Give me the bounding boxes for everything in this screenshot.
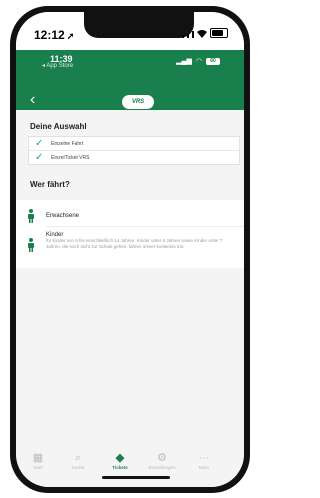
nav-row: ‹ VRS [16, 92, 244, 110]
wifi-icon: ◠ [195, 58, 202, 65]
signal-icon [187, 33, 189, 38]
vrs-logo: VRS [122, 95, 154, 109]
app-store-back-link[interactable]: ◂ App Store [42, 62, 73, 69]
tab-label: Mehr [198, 465, 210, 470]
tab-label: Tickets [112, 465, 128, 470]
location-arrow-icon: ➚ [66, 31, 75, 41]
adult-label: Erwachsene [46, 213, 80, 219]
person-icon [16, 232, 46, 266]
vrs-logo-text: VRS [131, 99, 145, 105]
screen: 12:12 ➚ 11:39 ◂ App Store ▂▄▆ ◠ 60 ‹ VRS… [16, 12, 244, 487]
notch [84, 12, 194, 38]
signal-icon [182, 35, 184, 38]
passenger-option-adult[interactable]: Erwachsene [16, 206, 244, 226]
wifi-icon [197, 30, 207, 38]
phone-frame: 12:12 ➚ 11:39 ◂ App Store ▂▄▆ ◠ 60 ‹ VRS… [10, 6, 250, 493]
selection-title: Deine Auswahl [30, 122, 87, 131]
child-description: für Kinder von 6 bis einschließlich 14 J… [46, 238, 223, 249]
tab-start[interactable]: ▦ Start [18, 451, 58, 470]
selection-list: ✓ Einzelne Fahrt ✓ EinzelTicket VRS [28, 136, 240, 165]
more-icon: ··· [198, 452, 210, 464]
ticket-icon: ◆ [115, 452, 125, 464]
tab-suche[interactable]: ⌕ Suche [58, 451, 98, 470]
tab-label: Suche [71, 465, 85, 470]
gear-icon: ⚙ [157, 452, 167, 464]
selection-item-label: EinzelTicket VRS [51, 154, 90, 161]
tab-bar: ▦ Start ⌕ Suche ◆ Tickets ⚙ Einstellunge… [16, 443, 244, 487]
selection-item-label: Einzelne Fahrt [51, 140, 84, 147]
tab-label: Start [33, 465, 43, 470]
home-indicator[interactable] [102, 476, 170, 479]
device-time: 12:12 ➚ [34, 28, 74, 42]
person-icon [16, 209, 46, 223]
signal-icon [192, 31, 194, 38]
passenger-option-child[interactable]: Kinder für Kinder von 6 bis einschließli… [16, 232, 244, 266]
signal-icon: ▂▄▆ [176, 58, 192, 65]
inner-status-icons: ▂▄▆ ◠ 60 [176, 57, 220, 65]
back-chevron-icon[interactable]: ‹ [30, 92, 48, 110]
device-status-icons [182, 28, 228, 38]
device-status-bar: 12:12 ➚ [16, 12, 244, 50]
search-icon: ⌕ [74, 452, 82, 464]
battery-icon [210, 28, 228, 38]
passenger-options: Erwachsene Kinder für Kinder von 6 bis e… [16, 200, 244, 268]
check-icon: ✓ [35, 137, 44, 149]
tab-mehr[interactable]: ··· Mehr [184, 451, 224, 470]
device-time-text: 12:12 [34, 28, 65, 42]
child-text: Kinder für Kinder von 6 bis einschließli… [46, 232, 226, 266]
grid-icon: ▦ [32, 452, 44, 464]
check-icon: ✓ [35, 151, 44, 163]
battery-indicator: 60 [206, 57, 220, 65]
selection-item: ✓ EinzelTicket VRS [29, 151, 239, 164]
tab-label: Einstellungen [148, 465, 176, 470]
selection-item: ✓ Einzelne Fahrt [29, 137, 239, 151]
who-title: Wer fährt? [30, 180, 70, 189]
tab-einstellungen[interactable]: ⚙ Einstellungen [142, 451, 182, 470]
tab-tickets[interactable]: ◆ Tickets [100, 451, 140, 470]
divider [46, 226, 244, 227]
